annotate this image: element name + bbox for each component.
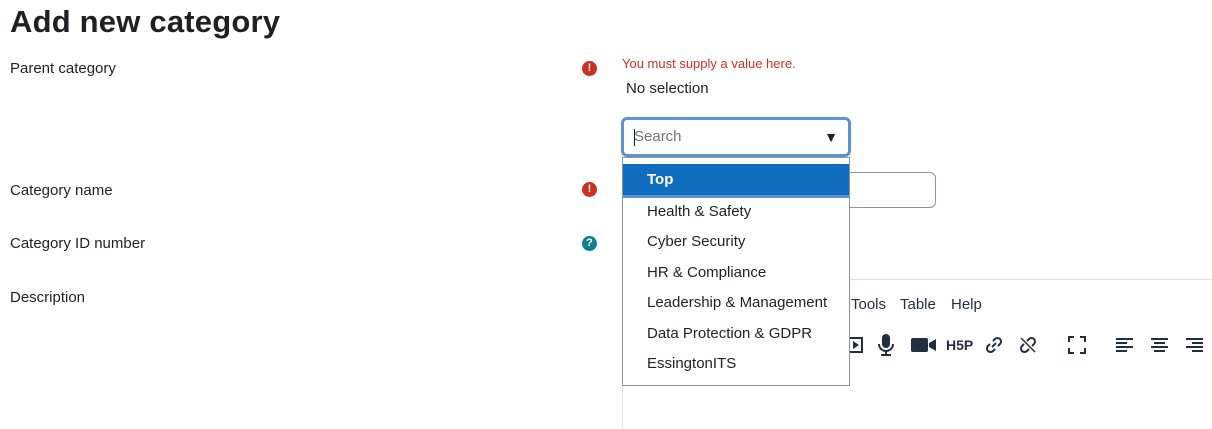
parent-category-error: You must supply a value here.	[622, 56, 796, 71]
category-name-input[interactable]	[840, 172, 936, 208]
parent-category-label: Parent category	[10, 60, 116, 77]
dropdown-option-health-safety[interactable]: Health & Safety	[623, 196, 849, 227]
unlink-icon[interactable]	[1018, 335, 1038, 355]
align-center-icon[interactable]	[1151, 337, 1169, 353]
dropdown-option-cyber-security[interactable]: Cyber Security	[623, 226, 849, 257]
search-input[interactable]	[634, 128, 814, 145]
fullscreen-icon[interactable]	[1068, 336, 1086, 354]
dropdown-option-data-protection-gdpr[interactable]: Data Protection & GDPR	[623, 318, 849, 349]
dropdown-option-top[interactable]: Top	[623, 164, 849, 198]
align-right-icon[interactable]	[1186, 337, 1204, 353]
align-left-icon[interactable]	[1116, 337, 1134, 353]
required-icon[interactable]: !	[582, 61, 597, 76]
microphone-icon[interactable]	[877, 333, 895, 357]
chevron-down-icon[interactable]: ▼	[824, 129, 838, 145]
page-title: Add new category	[10, 4, 281, 39]
category-id-label: Category ID number	[10, 235, 146, 252]
h5p-icon[interactable]: H5P	[946, 337, 973, 353]
parent-category-dropdown: Top Health & Safety Cyber Security HR & …	[622, 157, 850, 386]
dropdown-option-hr-compliance[interactable]: HR & Compliance	[623, 257, 849, 288]
menu-help[interactable]: Help	[951, 296, 982, 313]
menu-table[interactable]: Table	[900, 296, 936, 313]
camera-icon[interactable]	[911, 337, 937, 353]
required-icon[interactable]: !	[582, 182, 597, 197]
help-icon[interactable]: ?	[582, 236, 597, 251]
dropdown-option-essingtonits[interactable]: EssingtonITS	[623, 348, 849, 379]
dropdown-option-leadership-management[interactable]: Leadership & Management	[623, 287, 849, 318]
category-name-label: Category name	[10, 182, 113, 199]
parent-category-search[interactable]: ▼	[621, 117, 851, 157]
menu-tools[interactable]: Tools	[851, 296, 886, 313]
description-label: Description	[10, 289, 86, 306]
parent-category-selection: No selection	[626, 80, 709, 97]
link-icon[interactable]	[984, 335, 1004, 355]
